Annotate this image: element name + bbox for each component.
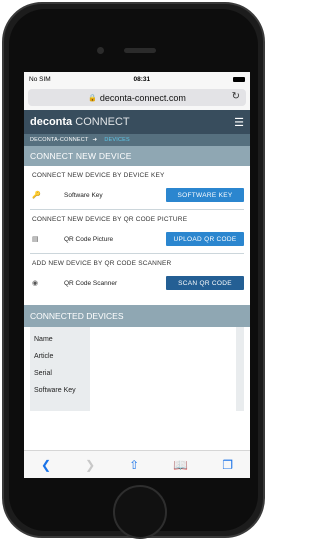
key-icon: 🔑 <box>32 192 41 199</box>
phone-screen: No SIM 08:31 🔒 deconta-connect.com ↻ dec… <box>24 72 250 478</box>
tabs-icon[interactable]: ❐ <box>222 458 233 472</box>
detail-values <box>90 327 236 411</box>
device-key-row: 🔑 Software Key SOFTWARE KEY <box>32 187 244 203</box>
battery-icon <box>232 76 245 82</box>
url-text: deconta-connect.com <box>99 92 186 103</box>
group-title: CONNECT NEW DEVICE BY QR CODE PICTURE <box>32 216 188 223</box>
group-title: ADD NEW DEVICE BY QR CODE SCANNER <box>32 260 172 267</box>
carrier-label: No SIM <box>29 75 51 83</box>
brand-logo[interactable]: deconta CONNECT <box>30 116 130 128</box>
serial-label: Serial <box>34 370 52 377</box>
back-icon[interactable]: ❮ <box>41 458 51 472</box>
qr-scanner-row: ◉ QR Code Scanner SCAN QR CODE <box>32 275 244 291</box>
software-key-label: Software Key <box>64 191 103 199</box>
software-key-field-label: Software Key <box>34 387 76 394</box>
brand-suffix: CONNECT <box>75 116 130 128</box>
qr-picture-group: CONNECT NEW DEVICE BY QR CODE PICTURE ▤ … <box>30 210 244 254</box>
name-label: Name <box>34 336 53 343</box>
home-button[interactable] <box>113 485 167 539</box>
front-camera <box>97 47 104 54</box>
bookmarks-icon[interactable]: 📖 <box>173 458 188 472</box>
forward-icon[interactable]: ❯ <box>85 458 95 472</box>
app-header: deconta CONNECT ☰ <box>24 110 250 134</box>
scan-qr-button[interactable]: SCAN QR CODE <box>166 276 244 290</box>
camera-icon: ◉ <box>32 280 39 287</box>
picture-icon: ▤ <box>32 236 39 243</box>
breadcrumb-current: DEVICES <box>104 137 130 143</box>
clock: 08:31 <box>133 75 151 83</box>
software-key-button[interactable]: SOFTWARE KEY <box>166 188 244 202</box>
qr-picture-row: ▤ QR Code Picture UPLOAD QR CODE <box>32 231 244 247</box>
arrow-right-icon: ➜ <box>92 137 98 143</box>
breadcrumb-home[interactable]: DECONTA-CONNECT <box>30 137 89 143</box>
address-bar: 🔒 deconta-connect.com ↻ <box>24 86 250 110</box>
device-details: Name Article Serial Software Key <box>30 327 244 411</box>
group-title: CONNECT NEW DEVICE BY DEVICE KEY <box>32 172 165 179</box>
connect-panel: CONNECT NEW DEVICE BY DEVICE KEY 🔑 Softw… <box>30 166 244 297</box>
lock-icon: 🔒 <box>88 94 97 102</box>
qr-scanner-label: QR Code Scanner <box>64 279 118 287</box>
reload-icon[interactable]: ↻ <box>232 91 240 102</box>
detail-labels: Name Article Serial Software Key <box>30 327 90 411</box>
qr-picture-label: QR Code Picture <box>64 235 114 243</box>
breadcrumb: DECONTA-CONNECT ➜ DEVICES <box>24 134 250 146</box>
device-key-group: CONNECT NEW DEVICE BY DEVICE KEY 🔑 Softw… <box>30 166 244 210</box>
hamburger-menu-icon[interactable]: ☰ <box>234 116 244 129</box>
url-field[interactable]: 🔒 deconta-connect.com ↻ <box>28 89 246 106</box>
browser-toolbar: ❮ ❯ ⇧ 📖 ❐ <box>24 450 250 478</box>
earpiece-speaker <box>124 48 156 53</box>
brand-name: deconta <box>30 116 73 128</box>
upload-qr-button[interactable]: UPLOAD QR CODE <box>166 232 244 246</box>
article-label: Article <box>34 353 54 360</box>
connect-section-title: CONNECT NEW DEVICE <box>24 146 250 166</box>
qr-scanner-group: ADD NEW DEVICE BY QR CODE SCANNER ◉ QR C… <box>30 254 244 297</box>
share-icon[interactable]: ⇧ <box>129 458 139 472</box>
status-bar: No SIM 08:31 <box>24 72 250 86</box>
connected-section-title: CONNECTED DEVICES <box>24 305 250 327</box>
